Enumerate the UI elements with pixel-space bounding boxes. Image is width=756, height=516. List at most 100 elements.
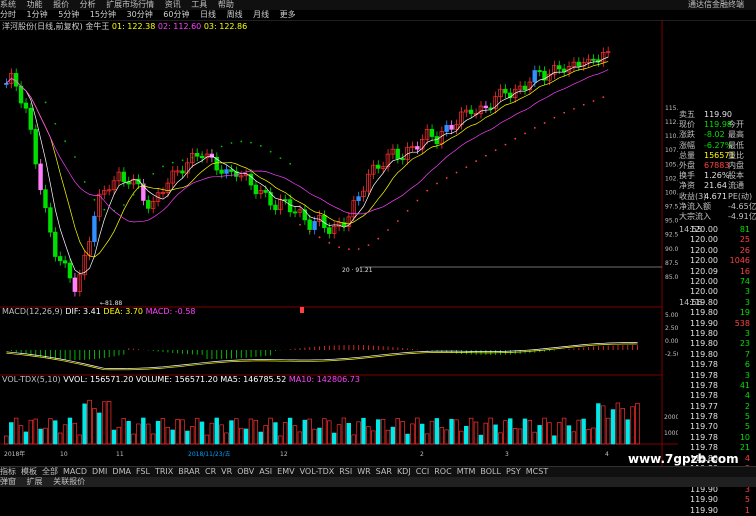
period-tab-daily[interactable]: 日线 xyxy=(200,10,216,19)
indicator-tab[interactable]: WR xyxy=(357,467,370,476)
menu-item-system[interactable]: 系统 xyxy=(0,0,16,9)
indicator-tab[interactable]: ROC xyxy=(434,467,451,476)
menu-item-news[interactable]: 资讯 xyxy=(165,0,181,9)
indicator-tab[interactable]: BRAR xyxy=(178,467,200,476)
volume-bar xyxy=(459,430,464,445)
indicator-tab[interactable]: 指标 xyxy=(0,467,16,476)
volume-bar xyxy=(155,420,161,445)
sar-dot xyxy=(494,149,497,152)
indicator-tab[interactable]: TRIX xyxy=(155,467,173,476)
volume-bar xyxy=(527,419,533,445)
tick-row[interactable]: 120.00 3 xyxy=(678,287,756,297)
candle-body xyxy=(532,70,537,83)
menu-item-help[interactable]: 帮助 xyxy=(218,0,234,9)
indicator-tab[interactable]: EMV xyxy=(277,467,294,476)
indicator-tab[interactable]: KDJ xyxy=(397,467,411,476)
period-tab-1min[interactable]: 1分钟 xyxy=(27,10,48,19)
sar-dot xyxy=(289,162,292,165)
status-extension[interactable]: 扩展 xyxy=(27,477,43,486)
indicator-tab[interactable]: MCST xyxy=(526,467,548,476)
indicator-tab[interactable]: ASI xyxy=(259,467,272,476)
tick-price: 119.78 xyxy=(690,432,718,442)
indicator-tab[interactable]: OBV xyxy=(237,467,254,476)
tick-row[interactable]: 14:55 120.00 81 xyxy=(678,225,756,235)
tick-row[interactable]: 119.90 5 xyxy=(678,495,756,505)
indicator-tab[interactable]: CR xyxy=(205,467,216,476)
volume-bar xyxy=(287,417,293,445)
volume-bar xyxy=(371,430,376,445)
tick-row[interactable]: 119.80 23 xyxy=(678,339,756,349)
indicator-tab[interactable]: CCI xyxy=(416,467,430,476)
menu-item-extended-market[interactable]: 扩展市场行情 xyxy=(106,0,154,9)
macd-name[interactable]: MACD(12,26,9) xyxy=(2,307,63,316)
time-axis-year: 2018年 xyxy=(4,450,25,458)
candle-body xyxy=(292,211,298,214)
period-tab-15min[interactable]: 15分钟 xyxy=(90,10,116,19)
quote-row: 卖五 119.90 xyxy=(678,110,756,120)
menu-item-tools[interactable]: 工具 xyxy=(191,0,207,9)
tick-row[interactable]: 119.77 2 xyxy=(678,402,756,412)
menu-item-analysis[interactable]: 分析 xyxy=(80,0,96,9)
tick-row[interactable]: 120.00 26 xyxy=(678,246,756,256)
tick-row[interactable]: 119.80 3 xyxy=(678,329,756,339)
tick-row[interactable]: 120.09 16 xyxy=(678,267,756,277)
period-tab-30min[interactable]: 30分钟 xyxy=(127,10,153,19)
candle-body xyxy=(62,260,68,264)
tick-price: 119.80 xyxy=(690,308,718,318)
indicator-tab[interactable]: VOL-TDX xyxy=(300,467,335,476)
menu-item-function[interactable]: 功能 xyxy=(27,0,43,9)
period-tab-more[interactable]: 更多 xyxy=(280,10,296,19)
tick-row[interactable]: 119.78 5 xyxy=(678,412,756,422)
volume-bar xyxy=(596,403,601,445)
tick-row[interactable]: 119.80 19 xyxy=(678,308,756,318)
quote-label-right: 今开 xyxy=(728,120,744,130)
volume-bar xyxy=(67,417,73,445)
status-popup[interactable]: 弹窗 xyxy=(0,477,16,486)
indicator-tab[interactable]: FSL xyxy=(136,467,150,476)
tick-row[interactable]: 119.78 4 xyxy=(678,391,756,401)
period-tab-weekly[interactable]: 周线 xyxy=(227,10,243,19)
window-title: 通达信金融终端 xyxy=(688,0,744,9)
tick-row[interactable]: 14:56 119.80 3 xyxy=(678,298,756,308)
status-linked-quote[interactable]: 关联报价 xyxy=(53,477,85,486)
indicator-tab[interactable]: VR xyxy=(221,467,232,476)
sar-dot xyxy=(103,208,106,211)
period-tab-monthly[interactable]: 月线 xyxy=(253,10,269,19)
indicator-tab[interactable]: RSI xyxy=(339,467,352,476)
indicator-tab[interactable]: MACD xyxy=(63,467,87,476)
tick-row[interactable]: 119.78 3 xyxy=(678,371,756,381)
tick-row[interactable]: 119.90 1 xyxy=(678,506,756,516)
tick-row[interactable]: 119.80 7 xyxy=(678,350,756,360)
candle-body xyxy=(180,170,185,174)
indicator-tab[interactable]: PSY xyxy=(506,467,521,476)
tick-row[interactable]: 119.78 10 xyxy=(678,433,756,443)
indicator-tab[interactable]: 模板 xyxy=(21,467,37,476)
kline-chart[interactable]: 115.0 112.5 110.0 107.5 105.0 102.5 100.0 97.50… xyxy=(0,20,678,466)
macd-axis-label: 2.50 xyxy=(665,325,678,332)
volume-bar xyxy=(400,421,405,445)
indicator-tab[interactable]: SAR xyxy=(376,467,392,476)
period-tab-5min[interactable]: 5分钟 xyxy=(58,10,79,19)
tick-row[interactable]: 119.90 538 xyxy=(678,319,756,329)
indicator-tab[interactable]: BOLL xyxy=(480,467,501,476)
mid-price-label: 20 · 91.21 xyxy=(342,267,373,274)
tick-row[interactable]: 119.78 6 xyxy=(678,360,756,370)
volume-bar xyxy=(278,435,283,445)
indicator-tab[interactable]: DMI xyxy=(92,467,107,476)
tick-row[interactable]: 120.00 74 xyxy=(678,277,756,287)
indicator-tab[interactable]: DMA xyxy=(112,467,131,476)
quote-row: 现价 119.98 今开 xyxy=(678,120,756,130)
period-tab-intraday[interactable]: 分时 xyxy=(0,10,16,19)
tick-row[interactable]: 120.00 1046 xyxy=(678,256,756,266)
macd-axis-label: 0.00 xyxy=(665,338,678,345)
tick-row[interactable]: 120.00 25 xyxy=(678,235,756,245)
indicator-tab[interactable]: MTM xyxy=(457,467,476,476)
indicator-tab[interactable]: 全部 xyxy=(42,467,58,476)
period-tab-60min[interactable]: 60分钟 xyxy=(163,10,189,19)
tick-row[interactable]: 119.78 41 xyxy=(678,381,756,391)
tick-row[interactable]: 119.70 5 xyxy=(678,422,756,432)
volume-indicator-name[interactable]: VOL-TDX(5,10) xyxy=(2,375,61,384)
candle-body xyxy=(468,109,474,114)
menu-item-quote[interactable]: 报价 xyxy=(53,0,69,9)
tick-price: 119.80 xyxy=(690,328,718,338)
